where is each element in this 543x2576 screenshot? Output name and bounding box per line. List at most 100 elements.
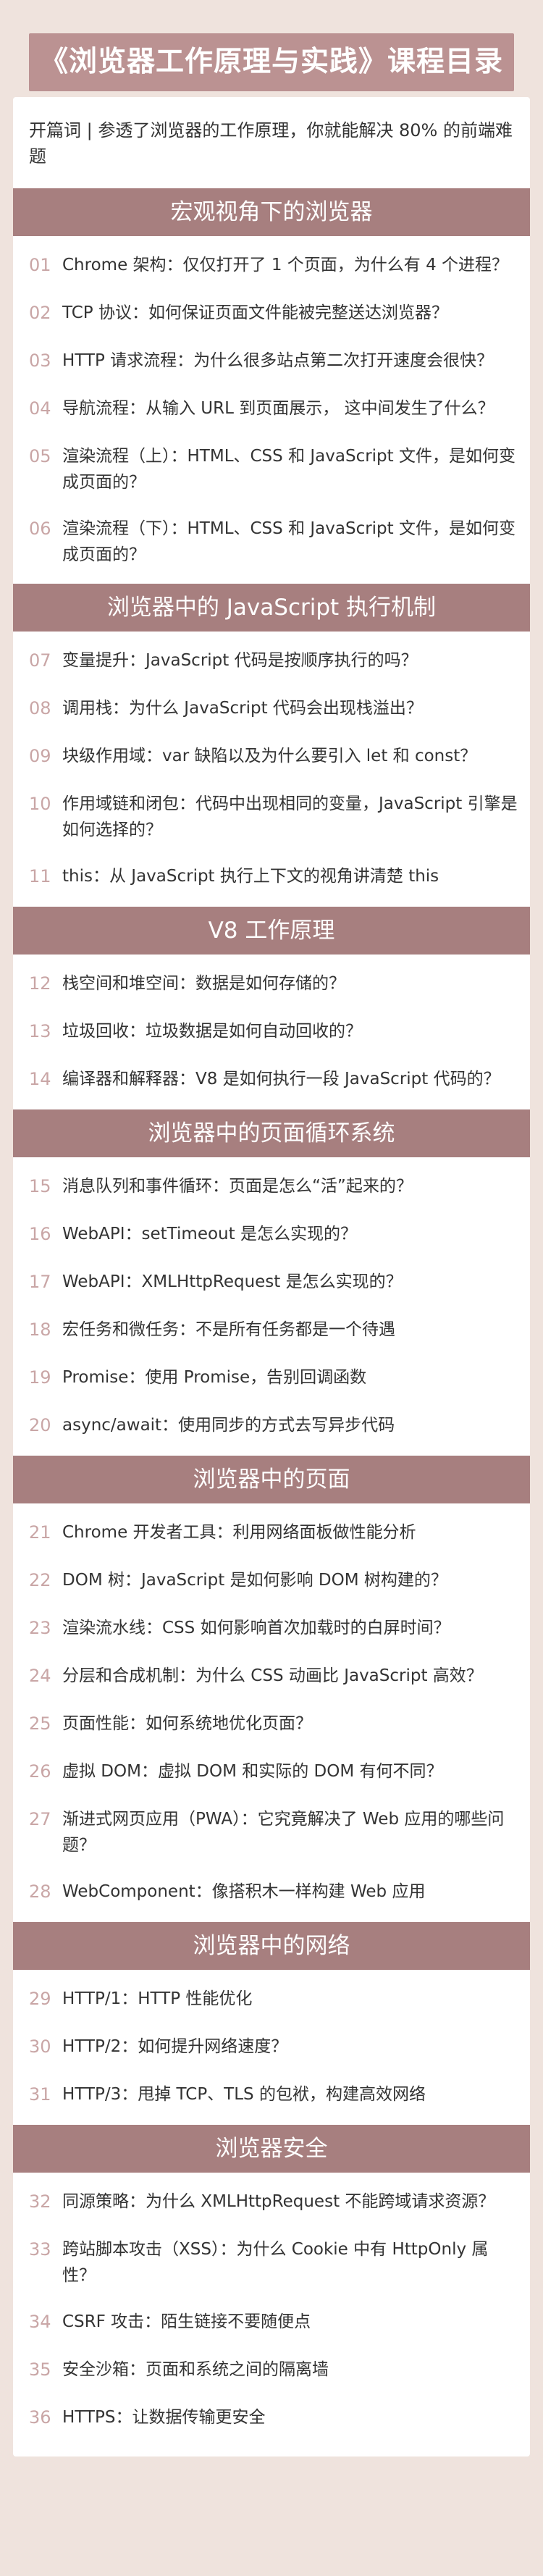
section-header: 浏览器中的 JavaScript 执行机制	[13, 584, 530, 632]
lesson-item[interactable]: 09 块级作用域：var 缺陷以及为什么要引入 let 和 const？	[13, 733, 530, 781]
lesson-item[interactable]: 18 宏任务和微任务：不是所有任务都是一个待遇	[13, 1306, 530, 1354]
lesson-title: 垃圾回收：垃圾数据是如何自动回收的？	[62, 1022, 362, 1041]
lesson-item[interactable]: 06 渲染流程（下）：HTML、CSS 和 JavaScript 文件，是如何变成…	[13, 505, 530, 578]
lesson-number: 31	[29, 2084, 51, 2105]
lesson-title: 页面性能：如何系统地优化页面？	[62, 1714, 312, 1733]
lesson-item[interactable]: 29 HTTP/1：HTTP 性能优化	[13, 1976, 530, 2023]
lesson-number: 35	[29, 2359, 51, 2380]
lesson-title: this：从 JavaScript 执行上下文的视角讲清楚 this	[62, 867, 439, 886]
lesson-item[interactable]: 32 同源策略：为什么 XMLHttpRequest 不能跨域请求资源？	[13, 2178, 530, 2226]
lesson-item[interactable]: 28 WebComponent：像搭积木一样构建 Web 应用	[13, 1868, 530, 1916]
lesson-title: 渲染流程（上）：HTML、CSS 和 JavaScript 文件，是如何变成页面…	[62, 447, 515, 492]
lesson-item[interactable]: 15 消息队列和事件循环：页面是怎么“活”起来的？	[13, 1163, 530, 1211]
lesson-number: 11	[29, 866, 51, 886]
section-header: 浏览器安全	[13, 2125, 530, 2173]
lesson-number: 01	[29, 255, 51, 275]
lesson-title: 调用栈：为什么 JavaScript 代码会出现栈溢出？	[62, 699, 423, 718]
lesson-item[interactable]: 02 TCP 协议：如何保证页面文件能被完整送达浏览器？	[13, 290, 530, 337]
lesson-number: 03	[29, 351, 51, 371]
lesson-title: 渲染流水线：CSS 如何影响首次加载时的白屏时间？	[62, 1619, 450, 1637]
lesson-title: HTTP/3：甩掉 TCP、TLS 的包袱，构建高效网络	[62, 2085, 426, 2104]
lesson-number: 21	[29, 1522, 51, 1543]
lesson-title: 虚拟 DOM：虚拟 DOM 和实际的 DOM 有何不同？	[62, 1762, 443, 1781]
lesson-number: 30	[29, 2036, 51, 2057]
lesson-item[interactable]: 01 Chrome 架构：仅仅打开了 1 个页面，为什么有 4 个进程？	[13, 242, 530, 290]
lesson-item[interactable]: 17 WebAPI：XMLHttpRequest 是怎么实现的？	[13, 1259, 530, 1306]
lesson-item[interactable]: 05 渲染流程（上）：HTML、CSS 和 JavaScript 文件，是如何变成…	[13, 433, 530, 505]
lesson-number: 25	[29, 1713, 51, 1734]
lesson-title: Chrome 开发者工具：利用网络面板做性能分析	[62, 1523, 416, 1542]
lesson-item[interactable]: 12 栈空间和堆空间：数据是如何存储的？	[13, 960, 530, 1008]
lesson-title: WebAPI：setTimeout 是怎么实现的？	[62, 1225, 357, 1243]
lesson-item[interactable]: 16 WebAPI：setTimeout 是怎么实现的？	[13, 1211, 530, 1259]
lesson-item[interactable]: 07 变量提升：JavaScript 代码是按顺序执行的吗？	[13, 637, 530, 685]
lesson-item[interactable]: 30 HTTP/2：如何提升网络速度？	[13, 2023, 530, 2071]
lesson-item[interactable]: 34 CSRF 攻击：陌生链接不要随便点	[13, 2299, 530, 2346]
lesson-item[interactable]: 14 编译器和解释器：V8 是如何执行一段 JavaScript 代码的？	[13, 1056, 530, 1104]
lesson-title: 编译器和解释器：V8 是如何执行一段 JavaScript 代码的？	[62, 1070, 500, 1088]
page-title: 《浏览器工作原理与实践》课程目录	[29, 33, 514, 91]
lesson-number: 15	[29, 1176, 51, 1196]
lesson-number: 24	[29, 1666, 51, 1686]
lesson-item[interactable]: 24 分层和合成机制：为什么 CSS 动画比 JavaScript 高效？	[13, 1653, 530, 1700]
section-header: 宏观视角下的浏览器	[13, 188, 530, 236]
lesson-title: 安全沙箱：页面和系统之间的隔离墙	[62, 2360, 329, 2379]
lesson-item[interactable]: 36 HTTPS：让数据传输更安全	[13, 2394, 530, 2442]
lesson-number: 04	[29, 398, 51, 419]
lesson-title: 渲染流程（下）：HTML、CSS 和 JavaScript 文件，是如何变成页面…	[62, 519, 515, 564]
lesson-number: 13	[29, 1021, 51, 1041]
lesson-title: Promise：使用 Promise，告别回调函数	[62, 1368, 367, 1387]
lesson-item[interactable]: 27 渐进式网页应用（PWA）：它究竟解决了 Web 应用的哪些问题？	[13, 1796, 530, 1868]
lesson-item[interactable]: 25 页面性能：如何系统地优化页面？	[13, 1700, 530, 1748]
lesson-number: 23	[29, 1618, 51, 1638]
lesson-number: 18	[29, 1320, 51, 1340]
lesson-item[interactable]: 26 虚拟 DOM：虚拟 DOM 和实际的 DOM 有何不同？	[13, 1748, 530, 1796]
lesson-title: HTTP/1：HTTP 性能优化	[62, 1989, 253, 2008]
lesson-item[interactable]: 33 跨站脚本攻击（XSS）：为什么 Cookie 中有 HttpOnly 属性？	[13, 2226, 530, 2299]
lesson-item[interactable]: 31 HTTP/3：甩掉 TCP、TLS 的包袱，构建高效网络	[13, 2071, 530, 2119]
lesson-number: 12	[29, 973, 51, 994]
lesson-number: 14	[29, 1069, 51, 1089]
lesson-title: HTTP 请求流程：为什么很多站点第二次打开速度会很快？	[62, 351, 494, 370]
lesson-item[interactable]: 11 this：从 JavaScript 执行上下文的视角讲清楚 this	[13, 853, 530, 901]
lesson-item[interactable]: 23 渲染流水线：CSS 如何影响首次加载时的白屏时间？	[13, 1605, 530, 1653]
lesson-number: 19	[29, 1367, 51, 1388]
lesson-item[interactable]: 04 导航流程：从输入 URL 到页面展示， 这中间发生了什么？	[13, 385, 530, 433]
lesson-item[interactable]: 08 调用栈：为什么 JavaScript 代码会出现栈溢出？	[13, 685, 530, 733]
lesson-item[interactable]: 20 async/await：使用同步的方式去写异步代码	[13, 1402, 530, 1450]
lesson-title: TCP 协议：如何保证页面文件能被完整送达浏览器？	[62, 303, 448, 322]
lesson-number: 17	[29, 1272, 51, 1292]
lesson-number: 33	[29, 2239, 51, 2260]
lesson-title: WebAPI：XMLHttpRequest 是怎么实现的？	[62, 1272, 403, 1291]
lesson-title: 宏任务和微任务：不是所有任务都是一个待遇	[62, 1320, 395, 1339]
lesson-item[interactable]: 03 HTTP 请求流程：为什么很多站点第二次打开速度会很快？	[13, 337, 530, 385]
lesson-number: 16	[29, 1224, 51, 1244]
lesson-number: 06	[29, 519, 51, 539]
lesson-item[interactable]: 13 垃圾回收：垃圾数据是如何自动回收的？	[13, 1008, 530, 1056]
lesson-number: 34	[29, 2312, 51, 2332]
course-catalog-page: 《浏览器工作原理与实践》课程目录 开篇词 | 参透了浏览器的工作原理，你就能解决…	[0, 0, 543, 2576]
lesson-item[interactable]: 35 安全沙箱：页面和系统之间的隔离墙	[13, 2346, 530, 2394]
lesson-item[interactable]: 22 DOM 树：JavaScript 是如何影响 DOM 树构建的？	[13, 1557, 530, 1605]
lesson-item[interactable]: 21 Chrome 开发者工具：利用网络面板做性能分析	[13, 1509, 530, 1557]
section-header: 浏览器中的网络	[13, 1922, 530, 1970]
lesson-title: DOM 树：JavaScript 是如何影响 DOM 树构建的？	[62, 1571, 447, 1590]
lesson-title: 消息队列和事件循环：页面是怎么“活”起来的？	[62, 1177, 413, 1196]
section-header: 浏览器中的页面循环系统	[13, 1109, 530, 1157]
lesson-title: 同源策略：为什么 XMLHttpRequest 不能跨域请求资源？	[62, 2192, 495, 2211]
lesson-title: HTTP/2：如何提升网络速度？	[62, 2037, 288, 2056]
lesson-item[interactable]: 10 作用域链和闭包：代码中出现相同的变量，JavaScript 引擎是如何选择的…	[13, 781, 530, 853]
preface-link[interactable]: 开篇词 | 参透了浏览器的工作原理，你就能解决 80% 的前端难题	[13, 97, 530, 182]
lesson-title: 块级作用域：var 缺陷以及为什么要引入 let 和 const？	[62, 747, 477, 765]
lesson-number: 07	[29, 650, 51, 671]
lesson-number: 28	[29, 1881, 51, 1902]
lesson-title: WebComponent：像搭积木一样构建 Web 应用	[62, 1882, 426, 1901]
catalog-card: 开篇词 | 参透了浏览器的工作原理，你就能解决 80% 的前端难题 宏观视角下的…	[13, 97, 530, 2457]
lesson-title: CSRF 攻击：陌生链接不要随便点	[62, 2312, 311, 2331]
lesson-number: 22	[29, 1570, 51, 1590]
lesson-item[interactable]: 19 Promise：使用 Promise，告别回调函数	[13, 1354, 530, 1402]
lesson-title: 分层和合成机制：为什么 CSS 动画比 JavaScript 高效？	[62, 1666, 483, 1685]
lesson-title: 导航流程：从输入 URL 到页面展示， 这中间发生了什么？	[62, 399, 494, 418]
section-header: V8 工作原理	[13, 907, 530, 955]
lesson-title: 渐进式网页应用（PWA）：它究竟解决了 Web 应用的哪些问题？	[62, 1810, 505, 1855]
